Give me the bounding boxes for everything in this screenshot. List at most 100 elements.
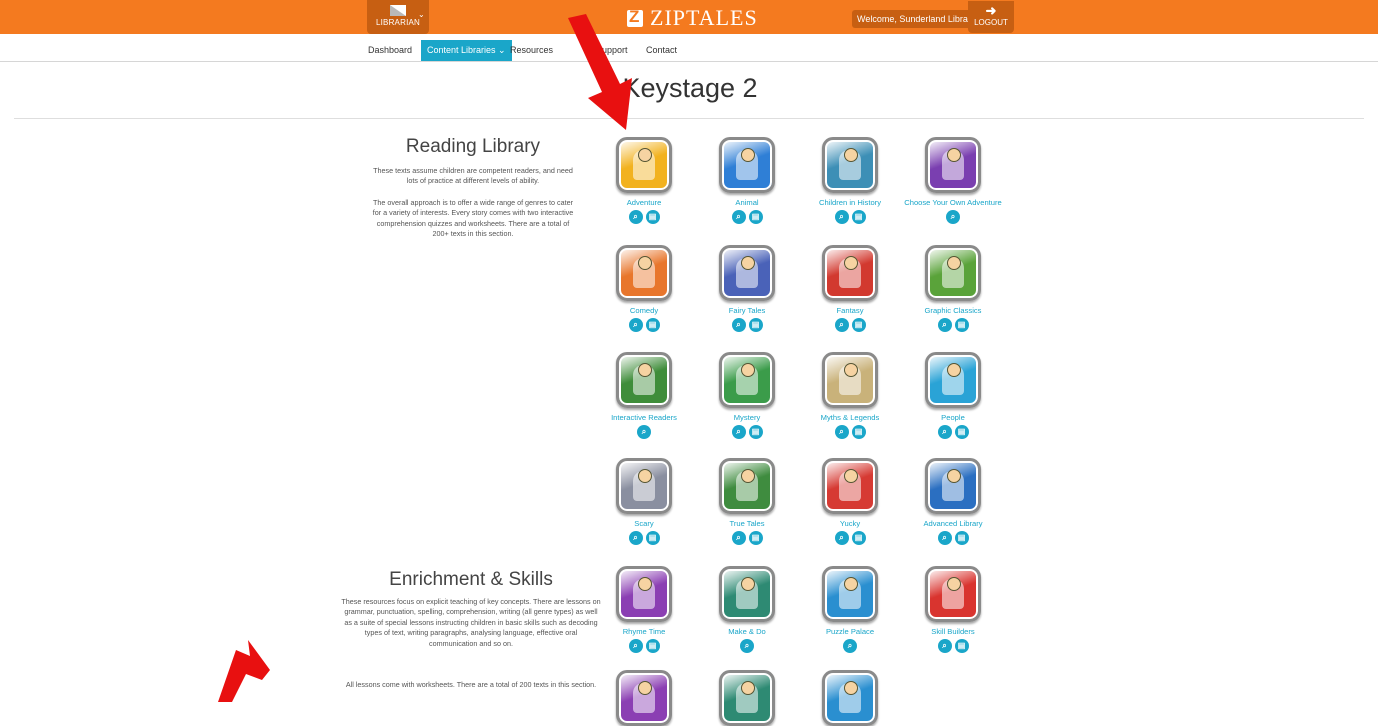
search-icon[interactable]: ⌕ — [731, 318, 746, 332]
library-tile[interactable]: Myths & Legends ⌕ ▤ — [800, 352, 900, 439]
tile-label[interactable]: Mystery — [697, 413, 797, 423]
tile-label[interactable]: Adventure — [594, 198, 694, 208]
library-tile[interactable]: Animal ⌕ ▤ — [697, 137, 797, 224]
worksheet-icon[interactable]: ▤ — [645, 531, 660, 545]
worksheet-icon[interactable]: ▤ — [851, 425, 866, 439]
tile-label[interactable]: Interactive Readers — [594, 413, 694, 423]
library-tile[interactable]: Skill Builders ⌕ ▤ — [903, 566, 1003, 653]
tile-label[interactable]: Myths & Legends — [800, 413, 900, 423]
worksheet-icon[interactable]: ▤ — [954, 318, 969, 332]
tile-label[interactable]: Skill Builders — [903, 627, 1003, 637]
people-icon[interactable] — [925, 352, 981, 408]
worksheet-icon[interactable]: ▤ — [851, 318, 866, 332]
search-icon[interactable]: ⌕ — [834, 425, 849, 439]
library-tile[interactable]: Mystery ⌕ ▤ — [697, 352, 797, 439]
search-icon[interactable]: ⌕ — [731, 425, 746, 439]
tile-label[interactable]: People — [903, 413, 1003, 423]
advanced-library-icon[interactable] — [925, 458, 981, 514]
worksheet-icon[interactable]: ▤ — [748, 210, 763, 224]
tile-label[interactable]: Choose Your Own Adventure — [903, 198, 1003, 208]
tile-label[interactable]: Scary — [594, 519, 694, 529]
search-icon[interactable]: ⌕ — [834, 318, 849, 332]
search-icon[interactable]: ⌕ — [834, 531, 849, 545]
chevron-down-icon[interactable]: ⌄ — [418, 10, 425, 19]
search-icon[interactable]: ⌕ — [740, 639, 754, 653]
tile-label[interactable]: Fantasy — [800, 306, 900, 316]
library-tile[interactable]: True Tales ⌕ ▤ — [697, 458, 797, 545]
worksheet-icon[interactable]: ▤ — [851, 210, 866, 224]
search-icon[interactable]: ⌕ — [731, 210, 746, 224]
worksheet-icon[interactable]: ▤ — [851, 531, 866, 545]
interactive-readers-icon[interactable] — [616, 352, 672, 408]
search-icon[interactable]: ⌕ — [937, 531, 952, 545]
library-tile[interactable]: Adventure ⌕ ▤ — [594, 137, 694, 224]
library-tile[interactable]: Comedy ⌕ ▤ — [594, 245, 694, 332]
worksheet-icon[interactable]: ▤ — [748, 318, 763, 332]
tile-label[interactable]: Children in History — [800, 198, 900, 208]
library-tile[interactable] — [594, 670, 694, 726]
search-icon[interactable]: ⌕ — [937, 639, 952, 653]
mystery-icon[interactable] — [719, 352, 775, 408]
tile-label[interactable]: Animal — [697, 198, 797, 208]
enrichment-tile-7-icon[interactable] — [822, 670, 878, 726]
adventure-icon[interactable] — [616, 137, 672, 193]
nav-contact[interactable]: Contact — [640, 40, 683, 61]
worksheet-icon[interactable]: ▤ — [645, 639, 660, 653]
search-icon[interactable]: ⌕ — [628, 639, 643, 653]
worksheet-icon[interactable]: ▤ — [954, 425, 969, 439]
yucky-icon[interactable] — [822, 458, 878, 514]
library-tile[interactable]: Rhyme Time ⌕ ▤ — [594, 566, 694, 653]
enrichment-tile-6-icon[interactable] — [719, 670, 775, 726]
worksheet-icon[interactable]: ▤ — [954, 639, 969, 653]
worksheet-icon[interactable]: ▤ — [748, 531, 763, 545]
search-icon[interactable]: ⌕ — [937, 425, 952, 439]
ziptales-logo[interactable]: ZIPTALES — [627, 5, 758, 30]
search-icon[interactable]: ⌕ — [946, 210, 960, 224]
tile-label[interactable]: Comedy — [594, 306, 694, 316]
library-tile[interactable]: Choose Your Own Adventure ⌕ — [903, 137, 1003, 224]
graphic-classics-icon[interactable] — [925, 245, 981, 301]
worksheet-icon[interactable]: ▤ — [748, 425, 763, 439]
choose-your-own-adventure-icon[interactable] — [925, 137, 981, 193]
library-tile[interactable] — [697, 670, 797, 726]
search-icon[interactable]: ⌕ — [628, 318, 643, 332]
library-tile[interactable]: Graphic Classics ⌕ ▤ — [903, 245, 1003, 332]
library-tile[interactable]: Scary ⌕ ▤ — [594, 458, 694, 545]
library-tile[interactable]: Advanced Library ⌕ ▤ — [903, 458, 1003, 545]
fantasy-icon[interactable] — [822, 245, 878, 301]
library-tile[interactable]: Puzzle Palace ⌕ — [800, 566, 900, 653]
animal-icon[interactable] — [719, 137, 775, 193]
library-tile[interactable]: Make & Do ⌕ — [697, 566, 797, 653]
myths-legends-icon[interactable] — [822, 352, 878, 408]
true-tales-icon[interactable] — [719, 458, 775, 514]
worksheet-icon[interactable]: ▤ — [645, 210, 660, 224]
library-tile[interactable]: Yucky ⌕ ▤ — [800, 458, 900, 545]
library-tile[interactable]: Fairy Tales ⌕ ▤ — [697, 245, 797, 332]
search-icon[interactable]: ⌕ — [843, 639, 857, 653]
tile-label[interactable]: Graphic Classics — [903, 306, 1003, 316]
nav-content-libraries[interactable]: Content Libraries ⌄ — [421, 40, 512, 61]
logout-button[interactable]: ➜ LOGOUT — [968, 1, 1014, 33]
tile-label[interactable]: Fairy Tales — [697, 306, 797, 316]
skill-builders-icon[interactable] — [925, 566, 981, 622]
nav-dashboard[interactable]: Dashboard — [362, 40, 418, 61]
puzzle-palace-icon[interactable] — [822, 566, 878, 622]
search-icon[interactable]: ⌕ — [834, 210, 849, 224]
tile-label[interactable]: True Tales — [697, 519, 797, 529]
enrichment-tile-5-icon[interactable] — [616, 670, 672, 726]
tile-label[interactable]: Yucky — [800, 519, 900, 529]
tile-label[interactable]: Puzzle Palace — [800, 627, 900, 637]
rhyme-time-icon[interactable] — [616, 566, 672, 622]
search-icon[interactable]: ⌕ — [731, 531, 746, 545]
fairy-tales-icon[interactable] — [719, 245, 775, 301]
library-tile[interactable]: Children in History ⌕ ▤ — [800, 137, 900, 224]
worksheet-icon[interactable]: ▤ — [645, 318, 660, 332]
library-tile[interactable]: Interactive Readers ⌕ — [594, 352, 694, 439]
search-icon[interactable]: ⌕ — [628, 210, 643, 224]
tile-label[interactable]: Advanced Library — [903, 519, 1003, 529]
scary-icon[interactable] — [616, 458, 672, 514]
search-icon[interactable]: ⌕ — [628, 531, 643, 545]
search-icon[interactable]: ⌕ — [637, 425, 651, 439]
make-and-do-icon[interactable] — [719, 566, 775, 622]
comedy-icon[interactable] — [616, 245, 672, 301]
